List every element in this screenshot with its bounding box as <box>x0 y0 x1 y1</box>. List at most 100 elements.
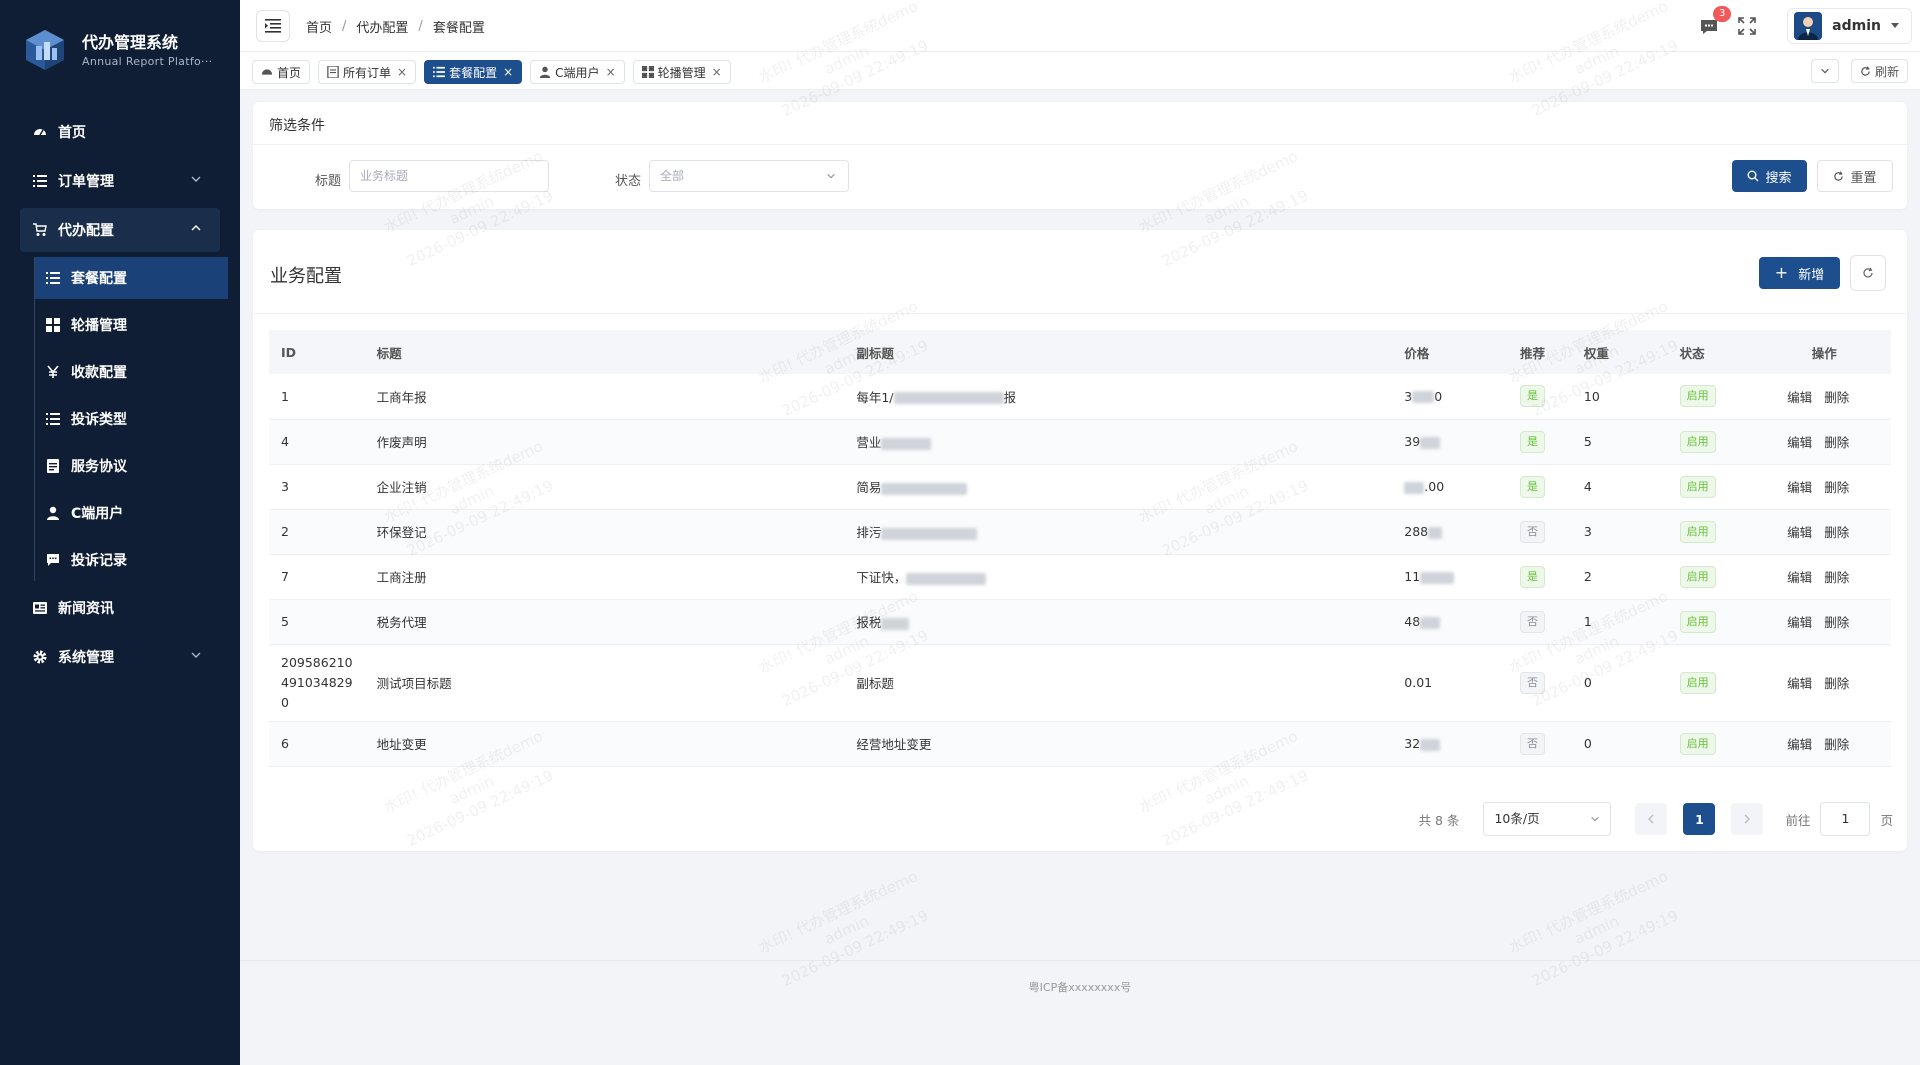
app-logo[interactable]: 代办管理系统 Annual Report Platfo··· <box>20 26 212 76</box>
close-icon[interactable]: × <box>606 65 616 79</box>
delete-button[interactable]: 删除 <box>1824 570 1849 585</box>
delete-button[interactable]: 删除 <box>1824 676 1849 691</box>
sidebar-item-home[interactable]: 首页 <box>20 110 220 154</box>
cell-title: 环保登记 <box>364 509 845 555</box>
page-number-current[interactable]: 1 <box>1683 803 1716 835</box>
prev-page-button[interactable] <box>1635 803 1668 835</box>
divider <box>253 313 1907 314</box>
status-tag: 启用 <box>1679 430 1716 453</box>
delete-button[interactable]: 删除 <box>1824 390 1849 405</box>
document-icon <box>327 66 339 78</box>
cell-id: 1 <box>269 374 365 420</box>
status-tag: 启用 <box>1679 565 1716 588</box>
chat-icon <box>45 552 61 568</box>
table-refresh-button[interactable] <box>1850 255 1886 291</box>
page-size-select[interactable]: 10条/页 <box>1483 802 1612 836</box>
search-button[interactable]: 搜索 <box>1732 160 1807 192</box>
refresh-tab-button[interactable]: 刷新 <box>1850 59 1908 83</box>
chevron-down-icon <box>1591 816 1600 822</box>
next-page-button[interactable] <box>1731 803 1764 835</box>
sidebar-item-agreement[interactable]: 服务协议 <box>35 445 228 487</box>
cell-title: 测试项目标题 <box>364 644 845 722</box>
cell-actions: 编辑 删除 <box>1757 464 1891 510</box>
watermark: 水印! 代办管理系统demoadmin2026-09-09 22:49:19 <box>755 867 932 990</box>
breadcrumb-current: 套餐配置 <box>432 21 485 36</box>
sidebar-item-label: 投诉记录 <box>71 553 127 569</box>
recommend-tag: 否 <box>1519 732 1545 755</box>
messages-button[interactable]: 3 <box>1699 6 1732 38</box>
delete-button[interactable]: 删除 <box>1824 525 1849 540</box>
edit-button[interactable]: 编辑 <box>1787 570 1812 585</box>
sidebar-item-c-users[interactable]: C端用户 <box>35 492 228 534</box>
cell-status: 启用 <box>1667 374 1758 420</box>
breadcrumb: 首页 / 代办配置 / 套餐配置 <box>306 17 485 36</box>
cell-price: 39 <box>1392 419 1508 465</box>
breadcrumb-config[interactable]: 代办配置 <box>356 17 408 36</box>
tab-c-users[interactable]: C端用户 × <box>530 60 625 84</box>
edit-button[interactable]: 编辑 <box>1787 480 1812 495</box>
title-search-input[interactable]: 业务标题 <box>349 160 549 192</box>
message-count-badge: 3 <box>1713 6 1732 22</box>
sidebar-item-news[interactable]: 新闻资讯 <box>20 586 220 630</box>
chevron-down-icon <box>191 652 201 658</box>
edit-button[interactable]: 编辑 <box>1787 676 1812 691</box>
reset-button[interactable]: 重置 <box>1817 160 1893 192</box>
delete-button[interactable]: 删除 <box>1824 435 1849 450</box>
sidebar-item-orders[interactable]: 订单管理 <box>20 159 220 203</box>
cell-weight: 3 <box>1571 509 1668 555</box>
tab-package-config[interactable]: 套餐配置 × <box>424 60 523 84</box>
footer: 粤ICP备xxxxxxxx号 <box>240 960 1920 994</box>
sidebar-item-complaint-records[interactable]: 投诉记录 <box>35 539 228 581</box>
user-menu[interactable]: admin <box>1787 8 1912 44</box>
close-icon[interactable]: × <box>397 65 407 79</box>
cell-recommend: 否 <box>1507 721 1572 767</box>
goto-page-input[interactable]: 1 <box>1820 802 1871 836</box>
recommend-tag: 是 <box>1519 565 1545 588</box>
list-icon <box>433 66 446 78</box>
cell-subtitle: 每年1/报 <box>844 374 1393 420</box>
sidebar-item-label: 轮播管理 <box>71 318 127 334</box>
sidebar-item-payment[interactable]: 收款配置 <box>35 351 228 393</box>
cell-subtitle: 报税 <box>844 599 1393 645</box>
edit-button[interactable]: 编辑 <box>1787 525 1812 540</box>
breadcrumb-home[interactable]: 首页 <box>306 17 332 36</box>
delete-button[interactable]: 删除 <box>1824 615 1849 630</box>
cell-price: 30 <box>1392 374 1508 420</box>
edit-button[interactable]: 编辑 <box>1787 615 1812 630</box>
sidebar-item-carousel[interactable]: 轮播管理 <box>35 304 228 346</box>
tab-carousel[interactable]: 轮播管理 × <box>632 60 731 84</box>
tabs-actions: 刷新 <box>1810 59 1908 83</box>
add-button[interactable]: + 新增 <box>1759 257 1840 289</box>
refresh-icon <box>1861 65 1870 76</box>
column-header-actions: 操作 <box>1757 330 1891 374</box>
sidebar-item-config[interactable]: 代办配置 <box>20 208 220 252</box>
cell-id: 5 <box>269 599 365 645</box>
table-header-row: ID 标题 副标题 价格 推荐 权重 状态 操作 <box>269 330 1891 374</box>
delete-button[interactable]: 删除 <box>1824 737 1849 752</box>
refresh-icon <box>1834 170 1844 181</box>
top-header: 首页 / 代办配置 / 套餐配置 3 admin <box>240 0 1920 52</box>
edit-button[interactable]: 编辑 <box>1787 435 1812 450</box>
tab-all-orders[interactable]: 所有订单 × <box>318 60 417 84</box>
status-select[interactable]: 全部 <box>649 160 849 192</box>
sidebar-item-system[interactable]: 系统管理 <box>20 635 220 679</box>
close-icon[interactable]: × <box>712 65 722 79</box>
cell-recommend: 是 <box>1507 554 1572 600</box>
delete-button[interactable]: 删除 <box>1824 480 1849 495</box>
tab-label: 套餐配置 <box>449 65 498 80</box>
sidebar-item-complaint-type[interactable]: 投诉类型 <box>35 398 228 440</box>
sidebar-item-label: C端用户 <box>71 506 124 522</box>
close-icon[interactable]: × <box>503 65 513 79</box>
divider <box>253 144 1907 145</box>
edit-button[interactable]: 编辑 <box>1787 390 1812 405</box>
cell-id: 4 <box>269 419 365 465</box>
edit-button[interactable]: 编辑 <box>1787 737 1812 752</box>
page-size-value: 10条/页 <box>1494 811 1540 826</box>
cell-status: 启用 <box>1667 644 1758 722</box>
tabs-dropdown-button[interactable] <box>1810 59 1839 83</box>
collapse-sidebar-button[interactable] <box>256 10 290 42</box>
sidebar-item-package-config[interactable]: 套餐配置 <box>35 257 228 299</box>
caret-down-icon <box>1891 23 1899 28</box>
tab-home[interactable]: 首页 <box>252 60 311 84</box>
fullscreen-icon[interactable] <box>1737 16 1757 36</box>
